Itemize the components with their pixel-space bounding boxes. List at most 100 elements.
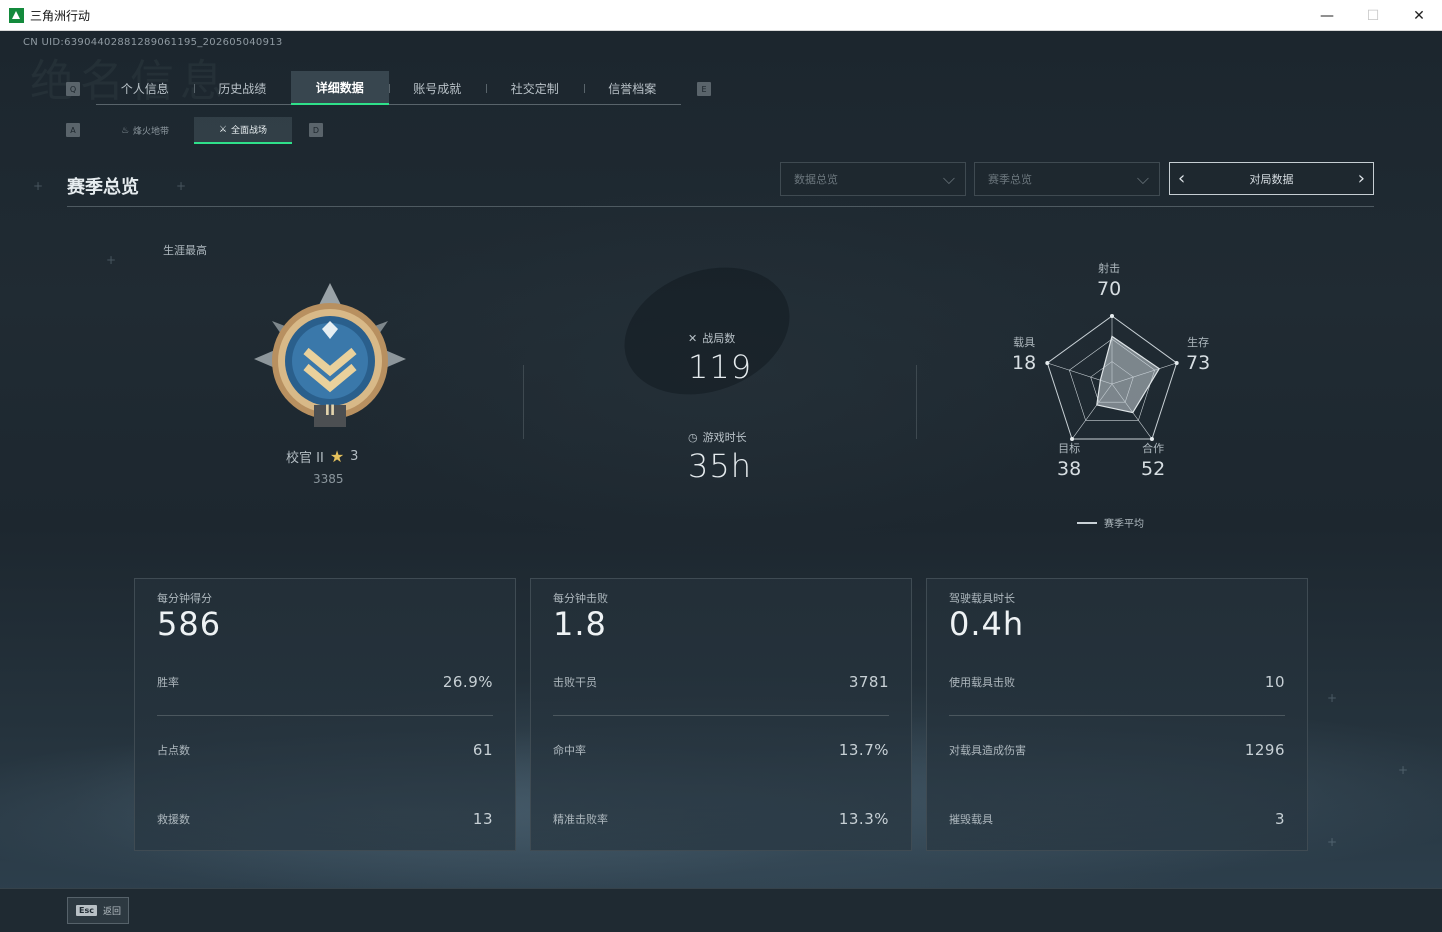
radar-label-vehicle: 载具 18: [1012, 334, 1036, 374]
flame-icon: ♨: [120, 125, 130, 136]
card-row-value: 61: [472, 741, 493, 759]
card-row: 使用载具击败 10: [949, 672, 1285, 692]
next-subtab-key-hint[interactable]: D: [309, 123, 323, 137]
app-logo-icon: [9, 7, 24, 23]
card-row-value: 13.3%: [838, 810, 889, 828]
radar-value-area: [1096, 335, 1161, 414]
playtime-label-row: ◷ 游戏时长: [688, 429, 752, 445]
playtime-value: 35h: [688, 447, 752, 485]
card-row: 精准击败率 13.3%: [553, 809, 889, 829]
back-button[interactable]: Esc 返回: [67, 897, 129, 924]
battlefield-icon: ⚔: [218, 124, 228, 135]
card-row-label: 对载具造成伤害: [949, 744, 1026, 757]
matches-label: 战局数: [702, 332, 736, 345]
tab-match-history[interactable]: 历史战绩: [193, 71, 292, 105]
match-data-pager: ‹ 对局数据 ›: [1169, 162, 1374, 195]
subtab-warfare[interactable]: ⚔ 全面战场: [194, 117, 292, 144]
tab-credit-record[interactable]: 信誉档案: [583, 71, 682, 105]
radar-label-shooting: 射击 70: [1097, 260, 1121, 300]
card-row-value: 10: [1264, 673, 1285, 691]
legend-label: 赛季平均: [1104, 519, 1144, 530]
tab-achievements[interactable]: 账号成就: [388, 71, 487, 105]
window-controls: — ☐ ✕: [1304, 0, 1442, 31]
prev-tab-key-hint[interactable]: Q: [66, 82, 80, 96]
rank-stars: 3: [350, 449, 359, 464]
card-row-value: 3: [1274, 810, 1285, 828]
decor-plus: +: [1327, 691, 1338, 705]
card-head-label: 每分钟击败: [553, 592, 608, 605]
window-title: 三角洲行动: [30, 8, 91, 23]
card-separator: [949, 715, 1285, 716]
rank-points: 3385: [313, 472, 344, 486]
minimize-button[interactable]: —: [1304, 0, 1350, 31]
tab-detailed-data[interactable]: 详细数据: [291, 71, 389, 105]
subtab-warfare-label: 全面战场: [231, 126, 268, 136]
decor-plus: +: [33, 179, 44, 193]
decor-plus: +: [1398, 763, 1409, 777]
matches-stat: ✕ 战局数 119: [688, 330, 753, 387]
pager-label: 对局数据: [1249, 172, 1294, 186]
window-titlebar: 三角洲行动 — ☐ ✕: [0, 0, 1442, 31]
card-row: 对载具造成伤害 1296: [949, 740, 1285, 760]
card-row-label: 命中率: [553, 744, 586, 757]
tab-social-custom[interactable]: 社交定制: [486, 71, 584, 105]
card-row-value: 1296: [1244, 741, 1285, 759]
radar-axis-name: 生存: [1187, 336, 1210, 349]
card-head-value: 1.8: [553, 605, 607, 643]
divider: [916, 365, 917, 439]
card-separator: [553, 715, 889, 716]
card-head-label: 每分钟得分: [157, 592, 212, 605]
crossed-swords-icon: ✕: [688, 331, 698, 345]
playtime-label: 游戏时长: [702, 431, 747, 444]
radar-axis-name: 载具: [1013, 336, 1036, 349]
playtime-stat: ◷ 游戏时长 35h: [688, 429, 752, 486]
card-row-value: 13: [472, 810, 493, 828]
radar-axis-value: 70: [1097, 278, 1122, 300]
subtab-operations[interactable]: ♨ 烽火地带: [96, 117, 194, 144]
card-row: 胜率 26.9%: [157, 672, 493, 692]
card-row: 占点数 61: [157, 740, 493, 760]
vehicle-card: 驾驶载具时长 0.4h 使用载具击败 10 对载具造成伤害 1296 摧毁载具 …: [926, 578, 1308, 851]
card-row-label: 摧毁载具: [949, 813, 993, 826]
decor-plus: +: [1327, 835, 1338, 849]
chevron-right-icon[interactable]: ›: [1358, 168, 1365, 189]
tab-personal-info[interactable]: 个人信息: [96, 71, 194, 105]
chevron-down-icon: ⌵: [942, 169, 955, 188]
game-viewport: 绝名信息 + + + + + + CN UID:6390440288128906…: [0, 31, 1442, 932]
matches-value: 119: [688, 348, 753, 386]
data-overview-dropdown[interactable]: 数据总览 ⌵: [780, 162, 966, 196]
next-tab-key-hint[interactable]: E: [697, 82, 711, 96]
card-row-label: 使用载具击败: [949, 676, 1015, 689]
rank-numeral: II: [324, 403, 336, 419]
radar-label-survival: 生存 73: [1186, 334, 1210, 374]
matches-label-row: ✕ 战局数: [688, 330, 752, 346]
subtab-operations-label: 烽火地带: [133, 127, 170, 137]
radar-label-objective: 目标 38: [1057, 440, 1081, 480]
radar-axis-value: 73: [1186, 352, 1211, 374]
card-row-label: 占点数: [157, 744, 190, 757]
prev-subtab-key-hint[interactable]: A: [66, 123, 80, 137]
stopwatch-icon: ◷: [688, 430, 698, 444]
decor-plus: +: [106, 253, 117, 267]
maximize-button[interactable]: ☐: [1350, 0, 1396, 31]
radar-axis-value: 38: [1057, 458, 1082, 480]
card-separator: [157, 715, 493, 716]
radar-axis-name: 合作: [1142, 442, 1165, 455]
radar-vertex-dot: [1110, 314, 1114, 318]
season-dropdown-value: 赛季总览: [988, 173, 1032, 186]
esc-key-icon: Esc: [76, 905, 97, 916]
card-row: 救援数 13: [157, 809, 493, 829]
season-dropdown[interactable]: 赛季总览 ⌵: [974, 162, 1160, 196]
card-row: 命中率 13.7%: [553, 740, 889, 760]
career-best-label: 生涯最高: [163, 244, 207, 257]
card-row-label: 胜率: [157, 676, 179, 689]
decor-plus: +: [176, 179, 187, 193]
chevron-left-icon[interactable]: ‹: [1178, 168, 1185, 189]
radar-legend: 赛季平均: [1077, 515, 1144, 530]
card-row-value: 3781: [848, 673, 889, 691]
card-head-value: 0.4h: [949, 605, 1025, 643]
radar-label-cooperation: 合作 52: [1141, 440, 1165, 480]
close-button[interactable]: ✕: [1396, 0, 1442, 31]
main-tab-bar: 个人信息 历史战绩 详细数据 账号成就 社交定制 信誉档案: [96, 71, 681, 105]
radar-axis-name: 射击: [1098, 262, 1121, 275]
